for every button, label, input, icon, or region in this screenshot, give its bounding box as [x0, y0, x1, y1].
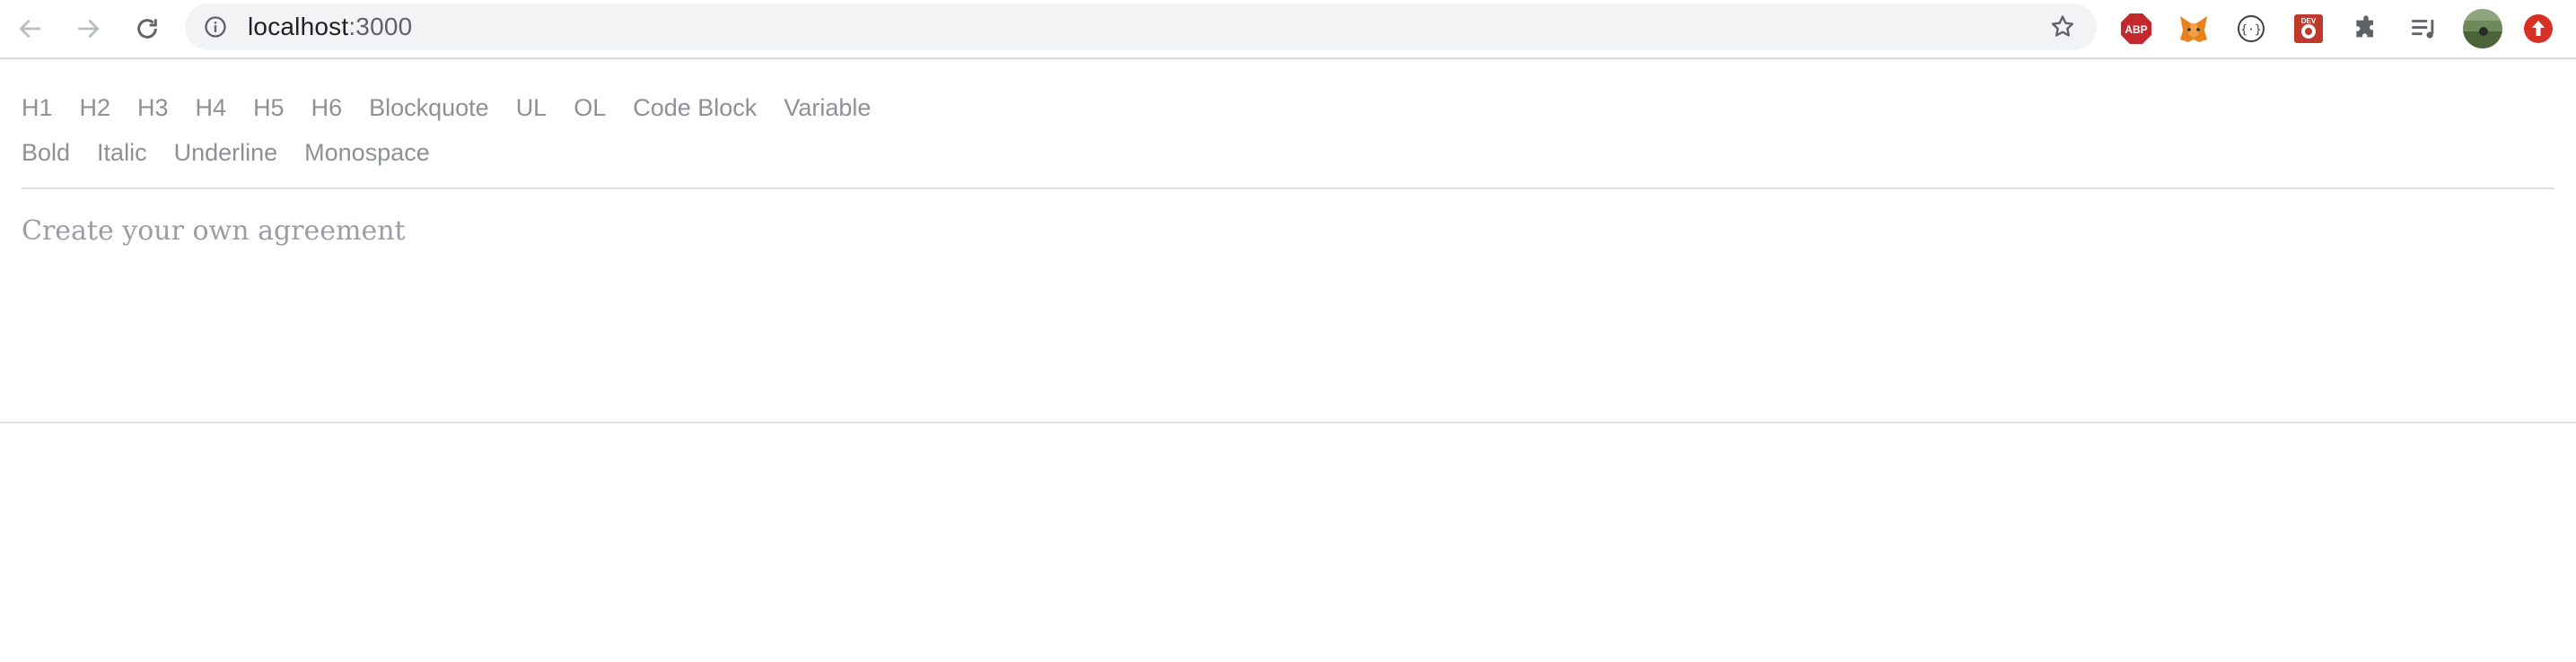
bug-ext-label: DEV [2301, 17, 2317, 25]
browser-toolbar: localhost:3000 ABP {·} DEV [0, 0, 2576, 59]
profile-avatar [2463, 9, 2502, 48]
h3-button[interactable]: H3 [137, 90, 169, 126]
italic-button[interactable]: Italic [97, 135, 147, 170]
url-port: :3000 [348, 13, 413, 40]
editor-bottom-divider [0, 422, 2576, 423]
svg-text:{·}: {·} [2240, 23, 2261, 37]
h6-button[interactable]: H6 [311, 90, 343, 126]
arrow-left-icon [19, 19, 40, 39]
bug-extension-icon: DEV [2294, 14, 2323, 43]
code-block-button[interactable]: Code Block [633, 90, 757, 126]
adblock-label: ABP [2125, 23, 2147, 36]
bookmark-star-icon[interactable] [2048, 13, 2077, 41]
reading-list-icon [2412, 20, 2434, 39]
blockquote-button[interactable]: Blockquote [369, 90, 489, 126]
forward-button[interactable] [66, 7, 110, 50]
editor-placeholder[interactable]: Create your own agreement [22, 215, 406, 247]
address-bar[interactable]: localhost:3000 [185, 4, 2097, 50]
bold-button[interactable]: Bold [22, 135, 70, 170]
block-format-row: H1 H2 H3 H4 H5 H6 Blockquote UL OL Code Block Vari… [22, 90, 898, 126]
arrow-right-icon [78, 19, 100, 39]
url-text[interactable]: localhost:3000 [248, 4, 412, 50]
url-host: localhost [248, 13, 349, 40]
h1-button[interactable]: H1 [22, 90, 53, 126]
reload-button[interactable] [126, 7, 169, 50]
toolbar-divider [22, 187, 2554, 189]
metamask-fox-icon [2180, 16, 2207, 42]
h2-button[interactable]: H2 [80, 90, 111, 126]
braces-circle-icon: {·} [2238, 15, 2265, 42]
h5-button[interactable]: H5 [253, 90, 285, 126]
h4-button[interactable]: H4 [196, 90, 227, 126]
monospace-button[interactable]: Monospace [304, 135, 430, 170]
metamask-extension[interactable] [2176, 11, 2212, 47]
reload-icon [137, 19, 157, 39]
ordered-list-button[interactable]: OL [574, 90, 606, 126]
adblock-plus-icon: ABP [2121, 13, 2151, 44]
bug-extension[interactable]: DEV [2291, 11, 2326, 47]
unordered-list-button[interactable]: UL [516, 90, 548, 126]
reading-list-button[interactable] [2405, 11, 2441, 47]
back-button[interactable] [9, 7, 52, 50]
inline-format-row: Bold Italic Underline Monospace [22, 135, 457, 170]
adblock-plus-extension[interactable]: ABP [2118, 11, 2154, 47]
profile-button[interactable] [2461, 7, 2504, 50]
chrome-update-button[interactable] [2520, 11, 2556, 47]
update-arrow-icon [2524, 14, 2553, 43]
variable-button[interactable]: Variable [784, 90, 871, 126]
underline-button[interactable]: Underline [174, 135, 278, 170]
info-icon[interactable] [203, 14, 228, 39]
extensions-menu-button[interactable] [2348, 11, 2384, 47]
braces-extension[interactable]: {·} [2233, 11, 2269, 47]
puzzle-piece-icon [2356, 15, 2373, 38]
